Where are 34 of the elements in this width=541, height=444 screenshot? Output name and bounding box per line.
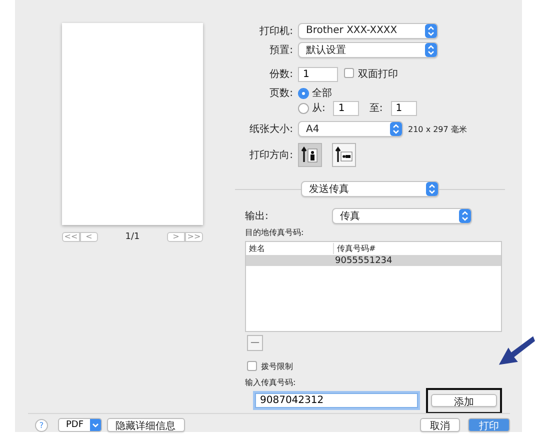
orientation-label: 打印方向: [248, 148, 293, 162]
paper-dimensions: 210 x 297 毫米 [408, 124, 467, 134]
destination-label: 目的地传真号码: [245, 227, 305, 238]
fax-input-label: 输入传真号码: [245, 377, 297, 388]
pages-label: 页数: [268, 87, 293, 100]
to-label: 至: [369, 102, 383, 115]
printer-select[interactable]: Brother XXX-XXXX [298, 22, 438, 38]
section-select[interactable]: 发送传真 [301, 181, 439, 197]
paper-size-label: 纸张大小: [248, 122, 293, 136]
add-button[interactable]: 添加 [431, 394, 497, 406]
printer-label: 打印机: [258, 24, 293, 38]
paper-size-select[interactable]: A4 [298, 121, 403, 137]
page-indicator: 1/1 [125, 232, 140, 242]
fax-number-field[interactable]: 9087042312 [255, 393, 418, 408]
hide-details-button[interactable]: 隐藏详细信息 [106, 418, 185, 432]
presets-select[interactable]: 默认设置 [298, 42, 438, 58]
duplex-label: 双面打印 [358, 68, 398, 81]
cancel-button[interactable]: 取消 [420, 418, 460, 432]
from-page-field[interactable]: 1 [333, 100, 360, 116]
output-label: 输出: [245, 210, 268, 223]
copies-label: 份数: [268, 68, 293, 81]
column-header: 姓名 [246, 243, 334, 254]
to-page-field[interactable]: 1 [390, 100, 417, 116]
from-label: 从: [312, 102, 326, 115]
table-cell: 9055551234 [335, 256, 392, 266]
pdf-menu-button[interactable]: PDF [58, 418, 102, 432]
all-pages-label: 全部 [312, 86, 332, 100]
presets-label: 預置: [268, 44, 293, 56]
copies-field[interactable]: 1 [298, 66, 338, 82]
table-row[interactable]: 9055551234 [246, 255, 501, 266]
column-header: 传真号码# [336, 243, 377, 254]
dial-restriction-label: 拨号限制 [261, 360, 293, 372]
output-select[interactable]: 传真 [332, 208, 472, 224]
remove-button[interactable]: — [247, 335, 263, 351]
